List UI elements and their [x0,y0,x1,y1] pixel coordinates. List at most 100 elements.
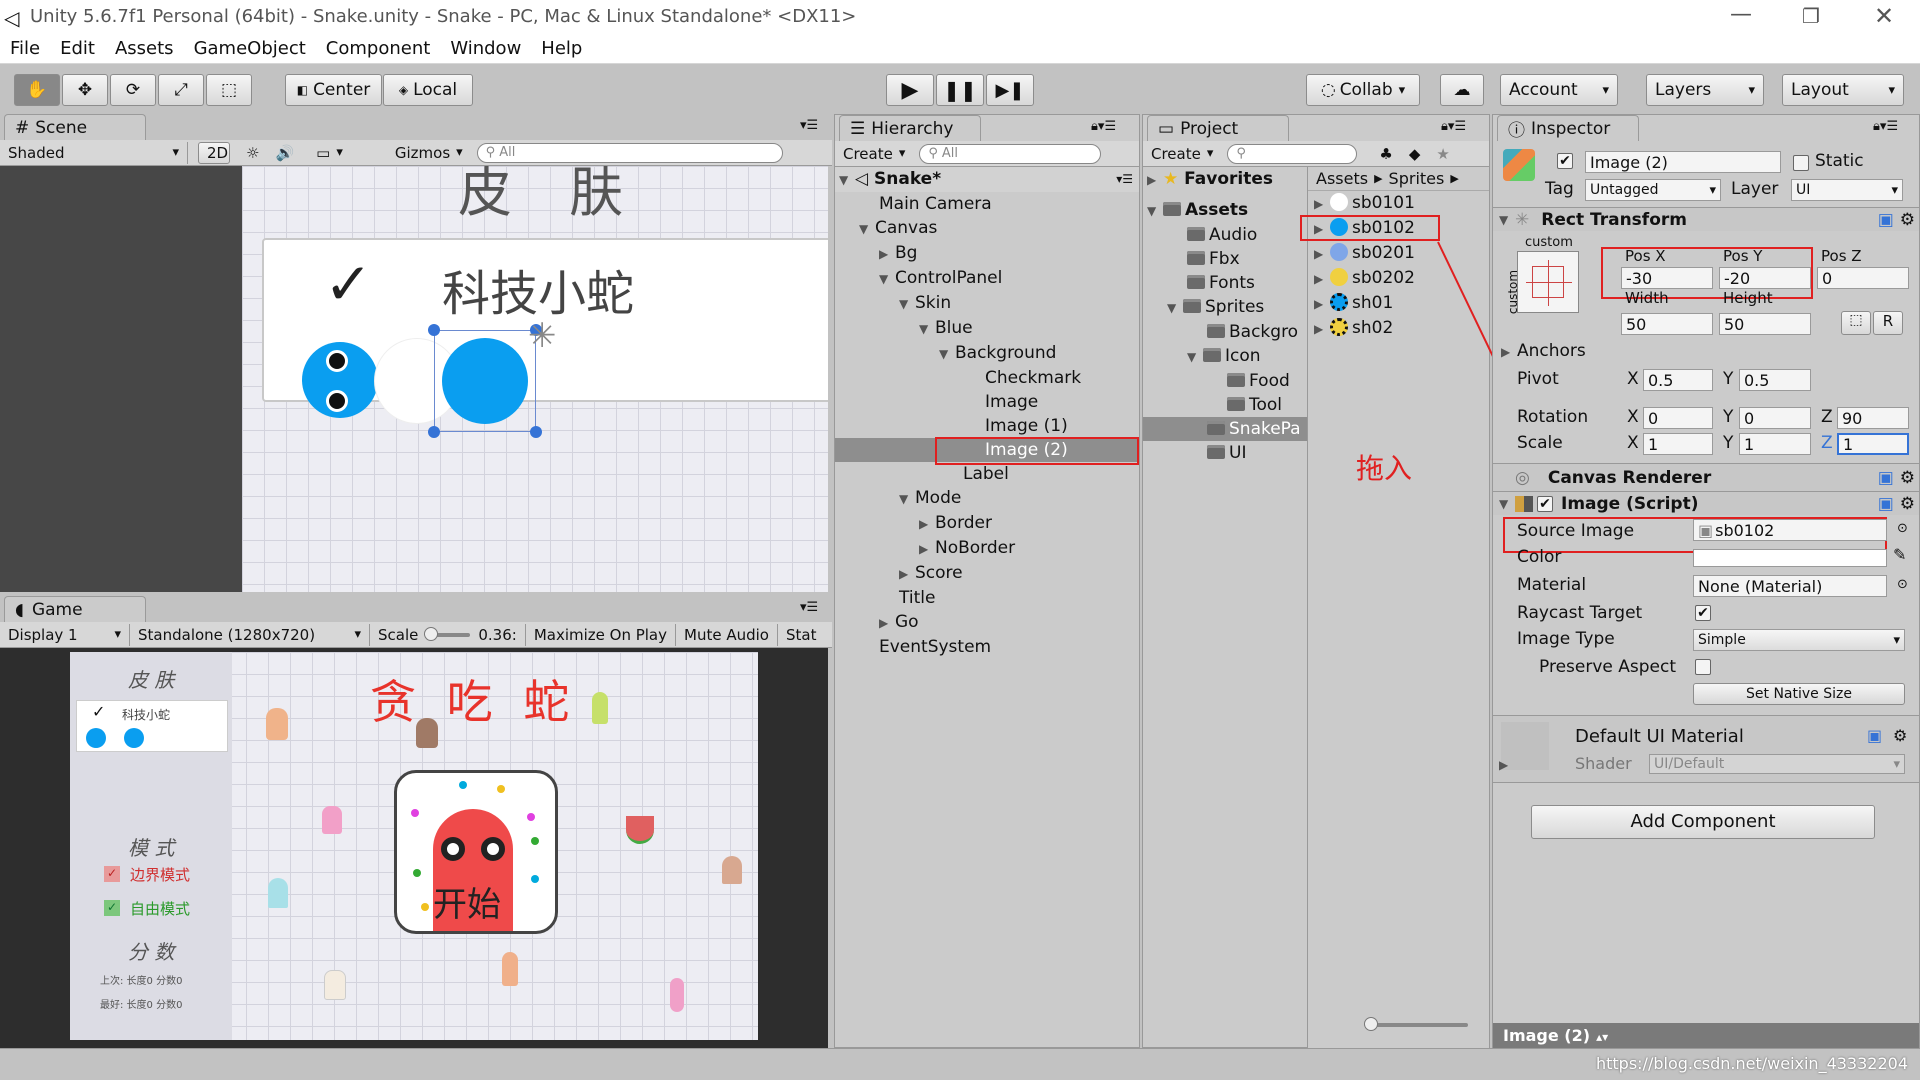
account-dropdown[interactable]: Account [1500,74,1618,106]
lock-icon[interactable]: 🔒︎▾☰ [1441,119,1466,134]
folder-item[interactable]: Fonts [1143,271,1307,295]
posz-input[interactable]: 0 [1817,267,1909,289]
hierarchy-item[interactable]: Checkmark [835,366,1139,390]
hierarchy-item[interactable]: Label [835,462,1139,486]
preserve-aspect-checkbox[interactable] [1695,659,1711,675]
icon-size-slider[interactable] [1364,1017,1468,1031]
menu-component[interactable]: Component [316,34,441,64]
breadcrumb-sprites[interactable]: Sprites [1389,169,1445,188]
menu-window[interactable]: Window [440,34,531,64]
image-script-header[interactable]: ▼ ✔ Image (Script) ▣ ⚙ [1493,491,1919,515]
width-input[interactable]: 50 [1621,313,1713,335]
lock-icon[interactable]: 🔒︎▾☰ [1873,119,1898,134]
object-picker-icon[interactable]: ⊙ [1897,577,1908,592]
hierarchy-item[interactable]: ▼ Background [835,341,1139,366]
folder-item[interactable]: UI [1143,441,1307,465]
image-type-dropdown[interactable]: Simple [1693,629,1905,651]
rot-z-input[interactable]: 90 [1837,407,1909,429]
material-field[interactable]: None (Material) [1693,575,1887,597]
canvas-renderer-header[interactable]: ◎ Canvas Renderer ▣ ⚙ [1493,463,1919,491]
display-dropdown[interactable]: Display 1 [0,623,130,646]
favorites-item[interactable]: ▶ ★ Favorites [1143,167,1307,192]
blueprint-mode-button[interactable]: ⬚ [1841,311,1871,335]
audio-icon[interactable]: 🔊 [267,142,302,164]
restore-icon[interactable]: ❐ [1802,4,1820,28]
static-checkbox[interactable] [1793,155,1809,171]
menu-edit[interactable]: Edit [50,34,105,64]
gizmos-dropdown[interactable]: Gizmos [387,142,471,164]
close-icon[interactable]: ✕ [1874,2,1894,30]
filter-type-icon[interactable]: ♣ [1371,143,1400,165]
tab-hierarchy[interactable]: ☰ Hierarchy [839,115,981,141]
anchor-icon[interactable]: ✳ [528,316,557,356]
cloud-button[interactable]: ☁ [1440,74,1484,106]
hierarchy-item[interactable]: ▼ ControlPanel [835,266,1139,291]
start-button[interactable]: 开始 [394,770,558,934]
posy-input[interactable]: -20 [1719,267,1811,289]
scale-y-input[interactable]: 1 [1739,433,1811,455]
resolution-dropdown[interactable]: Standalone (1280x720) [130,623,370,646]
rot-y-input[interactable]: 0 [1739,407,1811,429]
help-icon[interactable]: ▣ [1878,494,1894,514]
scale-x-input[interactable]: 1 [1643,433,1713,455]
hierarchy-item[interactable]: EventSystem [835,635,1139,659]
game-viewport[interactable]: 皮 肤 ✓ 科技小蛇 模 式 ✓ 边界模式 ✓ 自由模式 分 数 上次: 长度0… [0,648,828,1048]
color-field[interactable] [1693,549,1887,567]
shader-dropdown[interactable]: UI/Default [1649,754,1905,774]
rot-x-input[interactable]: 0 [1643,407,1713,429]
hand-tool-button[interactable]: ✋ [14,74,60,106]
settings-icon[interactable]: ⚙ [1900,494,1915,514]
hierarchy-scene-root[interactable]: ▼ ◁ Snake* ▾☰ [835,167,1139,192]
object-name-input[interactable]: Image (2) [1585,151,1781,173]
rect-tool-button[interactable]: ⬚ [206,74,252,106]
layout-dropdown[interactable]: Layout [1782,74,1904,106]
posx-input[interactable]: -30 [1621,267,1713,289]
free-mode-checkbox[interactable]: ✓ [104,900,120,916]
scene-viewport[interactable]: 皮 肤 ✓ 科技小蛇 ✳ [0,166,828,592]
folder-item-selected[interactable]: SnakePa [1143,417,1307,441]
pivot-y-input[interactable]: 0.5 [1739,369,1811,391]
settings-icon[interactable]: ⚙ [1893,726,1907,745]
breadcrumb-assets[interactable]: Assets [1316,169,1368,188]
pause-button[interactable]: ❚❚ [936,74,984,106]
project-create-dropdown[interactable]: Create [1143,143,1221,165]
scale-tool-button[interactable]: ⤢ [158,74,204,106]
settings-icon[interactable]: ⚙ [1900,210,1915,230]
help-icon[interactable]: ▣ [1867,726,1882,745]
height-input[interactable]: 50 [1719,313,1811,335]
scale-z-input[interactable]: 1 [1837,433,1909,455]
folder-item[interactable]: ▼ Icon [1143,344,1307,369]
source-image-field[interactable]: ▣ sb0102 [1693,519,1887,541]
add-component-button[interactable]: Add Component [1531,805,1875,839]
hierarchy-item[interactable]: Main Camera [835,192,1139,216]
folder-item[interactable]: Audio [1143,223,1307,247]
favorite-star-icon[interactable]: ★ [1428,143,1457,165]
mute-audio-toggle[interactable]: Mute Audio [676,623,778,646]
hierarchy-item[interactable]: ▶ Border [835,511,1139,536]
panel-menu-icon[interactable]: ▾☰ [800,600,818,615]
menu-file[interactable]: File [0,34,50,64]
shading-dropdown[interactable]: Shaded [0,141,188,164]
anchor-preset-button[interactable] [1517,251,1579,313]
hierarchy-item[interactable]: Image (1) [835,414,1139,438]
pivot-x-input[interactable]: 0.5 [1643,369,1713,391]
2d-toggle[interactable]: 2D [198,141,230,164]
set-native-size-button[interactable]: Set Native Size [1693,683,1905,705]
help-icon[interactable]: ▣ [1878,468,1894,488]
filter-label-icon[interactable]: ◆ [1401,143,1429,165]
folder-item[interactable]: Backgro [1143,320,1307,344]
pivot-center-button[interactable]: ◧ Center [285,74,382,106]
effects-icon[interactable]: ▭ [308,142,351,164]
pivot-local-button[interactable]: ◈ Local [383,74,473,106]
project-search-input[interactable]: ⚲ [1227,143,1358,164]
tab-scene[interactable]: # Scene [4,114,146,140]
tab-game[interactable]: ◖ Game [4,596,146,622]
image-enabled-checkbox[interactable]: ✔ [1537,495,1553,512]
tab-project[interactable]: ▭ Project [1147,115,1289,141]
active-checkbox[interactable]: ✔ [1557,153,1573,169]
eyedropper-icon[interactable]: ✎ [1893,545,1906,564]
hierarchy-item[interactable]: ▶ Bg [835,241,1139,266]
stats-toggle[interactable]: Stat [778,624,824,646]
tag-dropdown[interactable]: Untagged [1585,179,1721,201]
rect-transform-header[interactable]: ▼ ✳ Rect Transform ▣ ⚙ [1493,207,1919,231]
